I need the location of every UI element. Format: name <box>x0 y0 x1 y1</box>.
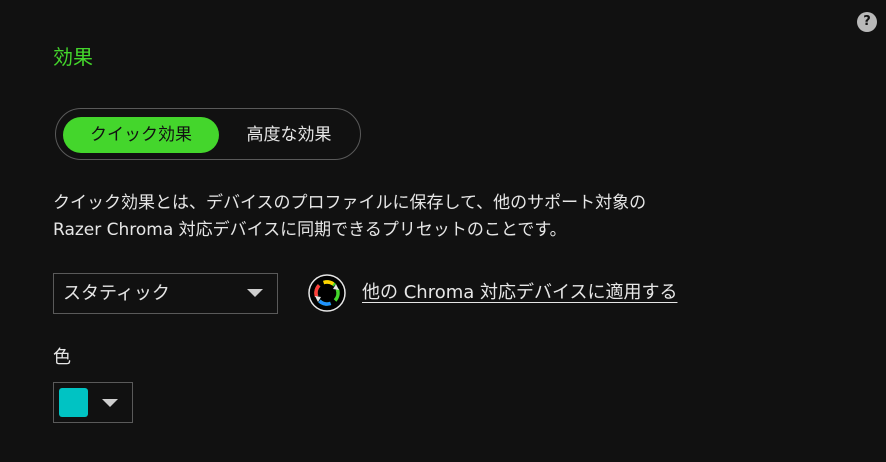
description-line-2: Razer Chroma 対応デバイスに同期できるプリセットのことです。 <box>53 220 567 240</box>
effect-dropdown[interactable]: スタティック <box>53 273 278 314</box>
apply-chroma-link-label: 他の Chroma 対応デバイスに適用する <box>362 282 678 303</box>
effect-mode-toggle: クイック効果 高度な効果 <box>55 108 361 160</box>
effect-description: クイック効果とは、デバイスのプロファイルに保存して、他のサポート対象の Raze… <box>53 190 833 244</box>
advanced-effects-tab[interactable]: 高度な効果 <box>226 117 352 153</box>
color-swatch <box>59 388 88 417</box>
effects-panel: ? 効果 クイック効果 高度な効果 クイック効果とは、デバイスのプロファイルに保… <box>0 0 886 462</box>
effect-dropdown-value: スタティック <box>63 283 170 304</box>
description-line-1: クイック効果とは、デバイスのプロファイルに保存して、他のサポート対象の <box>53 193 647 213</box>
help-icon[interactable]: ? <box>857 12 877 32</box>
color-picker[interactable] <box>53 382 133 423</box>
chevron-down-icon <box>102 399 118 407</box>
chroma-sync-icon <box>308 274 346 312</box>
chevron-down-icon <box>247 289 263 297</box>
section-title: 効果 <box>53 45 93 69</box>
quick-effects-tab[interactable]: クイック効果 <box>63 117 219 153</box>
color-label: 色 <box>53 347 71 368</box>
